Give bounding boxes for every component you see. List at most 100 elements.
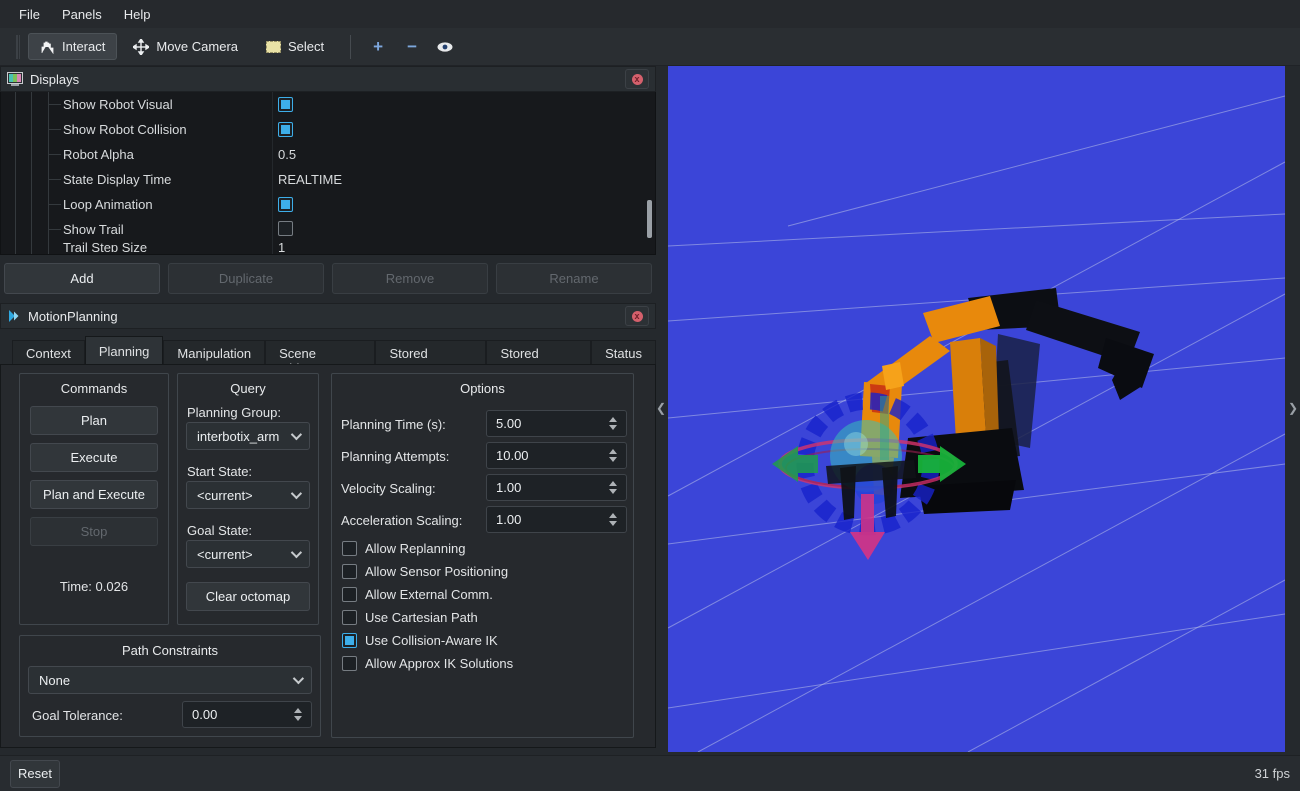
displays-monitor-icon xyxy=(7,72,23,87)
tab-stored-states[interactable]: Stored States xyxy=(486,340,591,364)
remove-display-button[interactable]: Remove xyxy=(332,263,488,294)
displays-close-button[interactable]: x xyxy=(625,69,649,89)
planning-time-spinbox[interactable]: 5.00 xyxy=(486,410,627,437)
start-state-dropdown[interactable]: <current> xyxy=(186,481,310,509)
tab-context[interactable]: Context xyxy=(12,340,85,364)
goal-tolerance-label: Goal Tolerance: xyxy=(32,708,123,723)
motion-planning-panel-header[interactable]: MotionPlanning x xyxy=(0,303,656,329)
menu-file[interactable]: File xyxy=(8,2,51,27)
collapse-left-panel-handle[interactable]: ❮ xyxy=(655,394,667,422)
menu-panels[interactable]: Panels xyxy=(51,2,113,27)
collapse-right-panel-handle[interactable]: ❯ xyxy=(1287,394,1299,422)
planning-attempts-spinbox[interactable]: 10.00 xyxy=(486,442,627,469)
property-row-loop-animation[interactable]: Loop Animation xyxy=(1,192,655,217)
goal-tolerance-spinbox[interactable]: 0.00 xyxy=(182,701,312,728)
property-row-show-trail[interactable]: Show Trail xyxy=(1,217,655,242)
checkbox[interactable] xyxy=(278,122,293,137)
query-group-title: Query xyxy=(178,374,318,396)
checkbox[interactable] xyxy=(278,197,293,212)
property-row-show-robot-visual[interactable]: Show Robot Visual xyxy=(1,92,655,117)
allow-external-comm-checkbox[interactable]: Allow External Comm. xyxy=(342,587,493,602)
menu-help[interactable]: Help xyxy=(113,2,162,27)
property-row-robot-alpha[interactable]: Robot Alpha 0.5 xyxy=(1,142,655,167)
add-display-button[interactable]: Add xyxy=(4,263,160,294)
use-collision-aware-ik-checkbox[interactable]: Use Collision-Aware IK xyxy=(342,633,498,648)
checkbox[interactable] xyxy=(342,564,357,579)
execute-button[interactable]: Execute xyxy=(30,443,158,472)
tab-stored-scenes[interactable]: Stored Scenes xyxy=(375,340,486,364)
planning-attempts-label: Planning Attempts: xyxy=(341,449,449,464)
render-viewport-3d[interactable] xyxy=(668,66,1285,752)
displays-panel-header[interactable]: Displays x xyxy=(0,66,656,92)
path-constraints-dropdown[interactable]: None xyxy=(28,666,312,694)
spinner-arrows-icon[interactable] xyxy=(294,708,302,721)
select-tool-button[interactable]: Select xyxy=(254,33,336,60)
planning-time-value: 5.00 xyxy=(496,416,521,431)
allow-approx-ik-solutions-checkbox[interactable]: Allow Approx IK Solutions xyxy=(342,656,513,671)
plan-button[interactable]: Plan xyxy=(30,406,158,435)
interact-tool-button[interactable]: Interact xyxy=(28,33,117,60)
checkbox[interactable] xyxy=(342,541,357,556)
checkbox[interactable] xyxy=(278,97,293,112)
property-value[interactable]: 0.5 xyxy=(278,147,296,162)
toolbar-separator xyxy=(350,35,351,59)
property-value[interactable]: 1 xyxy=(278,242,285,252)
chevron-down-icon xyxy=(291,429,302,440)
use-cartesian-path-checkbox[interactable]: Use Cartesian Path xyxy=(342,610,478,625)
plan-and-execute-button[interactable]: Plan and Execute xyxy=(30,480,158,509)
property-row-show-robot-collision[interactable]: Show Robot Collision xyxy=(1,117,655,142)
tab-scene-objects[interactable]: Scene Objects xyxy=(265,340,375,364)
reset-button[interactable]: Reset xyxy=(10,760,60,788)
spinner-arrows-icon[interactable] xyxy=(609,513,617,526)
acceleration-scaling-spinbox[interactable]: 1.00 xyxy=(486,506,627,533)
tree-scrollbar[interactable] xyxy=(647,200,652,238)
planning-time-label: Planning Time (s): xyxy=(341,417,446,432)
checkbox-label: Use Collision-Aware IK xyxy=(365,633,498,648)
spinner-arrows-icon[interactable] xyxy=(609,449,617,462)
clear-octomap-button[interactable]: Clear octomap xyxy=(186,582,310,611)
move-camera-icon xyxy=(133,39,149,55)
status-bar: Reset 31 fps xyxy=(0,755,1300,791)
goal-state-value: <current> xyxy=(197,547,253,562)
robot-scene xyxy=(668,66,1285,752)
property-row-trail-step-size[interactable]: Trail Step Size 1 xyxy=(1,242,655,252)
displays-property-tree[interactable]: Show Robot Visual Show Robot Collision R… xyxy=(0,92,656,255)
spinner-arrows-icon[interactable] xyxy=(609,417,617,430)
stop-button[interactable]: Stop xyxy=(30,517,158,546)
planning-attempts-value: 10.00 xyxy=(496,448,529,463)
goal-state-dropdown[interactable]: <current> xyxy=(186,540,310,568)
options-group-title: Options xyxy=(332,374,633,396)
toolbar-drag-handle[interactable] xyxy=(16,35,20,59)
motion-planning-tabs: Context Planning Manipulation Scene Obje… xyxy=(0,336,656,364)
tab-planning[interactable]: Planning xyxy=(85,336,164,364)
move-camera-tool-button[interactable]: Move Camera xyxy=(121,33,250,61)
checkbox[interactable] xyxy=(342,587,357,602)
velocity-scaling-spinbox[interactable]: 1.00 xyxy=(486,474,627,501)
spinner-arrows-icon[interactable] xyxy=(609,481,617,494)
chevron-down-icon xyxy=(293,673,304,684)
commands-group: Commands Plan Execute Plan and Execute S… xyxy=(19,373,169,625)
displays-buttons-row: Add Duplicate Remove Rename xyxy=(0,263,656,294)
tab-status[interactable]: Status xyxy=(591,340,656,364)
allow-replanning-checkbox[interactable]: Allow Replanning xyxy=(342,541,465,556)
checkbox[interactable] xyxy=(278,221,293,236)
checkbox[interactable] xyxy=(342,610,357,625)
chevron-down-icon xyxy=(291,547,302,558)
property-row-state-display-time[interactable]: State Display Time REALTIME xyxy=(1,167,655,192)
visibility-button[interactable] xyxy=(429,38,461,56)
property-value[interactable]: REALTIME xyxy=(278,172,342,187)
acceleration-scaling-label: Acceleration Scaling: xyxy=(341,513,462,528)
motion-planning-close-button[interactable]: x xyxy=(625,306,649,326)
tab-manipulation[interactable]: Manipulation xyxy=(163,340,265,364)
checkbox[interactable] xyxy=(342,633,357,648)
zoom-out-button[interactable]: − xyxy=(395,35,429,59)
planning-group-dropdown[interactable]: interbotix_arm xyxy=(186,422,310,450)
allow-sensor-positioning-checkbox[interactable]: Allow Sensor Positioning xyxy=(342,564,508,579)
checkbox[interactable] xyxy=(342,656,357,671)
close-icon: x xyxy=(632,74,643,85)
fps-counter: 31 fps xyxy=(1255,766,1290,781)
rename-display-button[interactable]: Rename xyxy=(496,263,652,294)
zoom-in-button[interactable]: + xyxy=(361,35,395,59)
duplicate-display-button[interactable]: Duplicate xyxy=(168,263,324,294)
planning-tab-content: Commands Plan Execute Plan and Execute S… xyxy=(0,364,656,748)
